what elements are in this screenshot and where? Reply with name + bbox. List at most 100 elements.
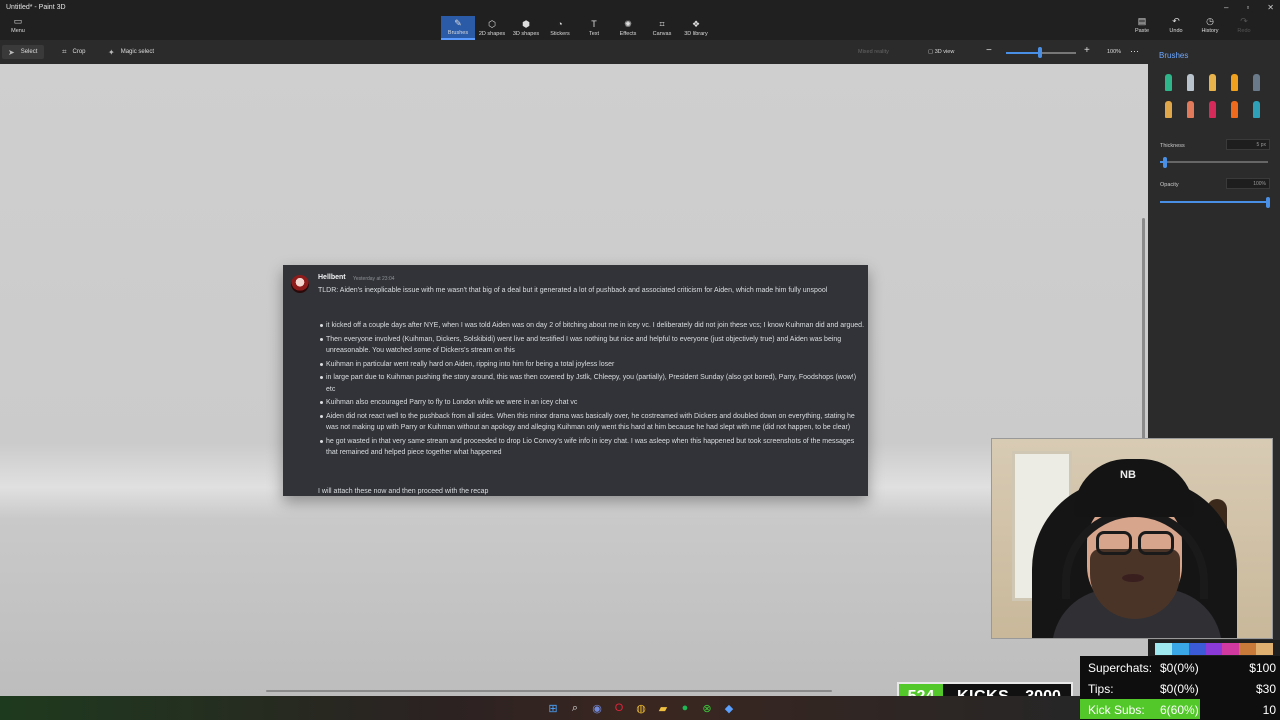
- brush-swatch: [1208, 101, 1216, 118]
- tab-stickers[interactable]: ◔ Stickers: [543, 16, 577, 40]
- fill-bucket-icon[interactable]: [1248, 99, 1264, 118]
- crop-label: Crop: [72, 49, 86, 55]
- select-button[interactable]: ➤ Select: [2, 45, 44, 59]
- brush-swatch: [1186, 74, 1194, 91]
- window-controls: – ▫ ✕: [1224, 3, 1274, 12]
- 3d-shapes-icon: ⬢: [522, 19, 530, 29]
- tab-text[interactable]: T Text: [577, 16, 611, 40]
- zoom-in-icon[interactable]: +: [1084, 45, 1090, 56]
- oil-brush-icon[interactable]: [1204, 72, 1220, 91]
- avatar: [291, 275, 309, 293]
- baseball-cap: [1074, 459, 1194, 517]
- list-item: Then everyone involved (Kuihman, Dickers…: [320, 334, 866, 357]
- magic-select-button[interactable]: ✦ Magic select: [102, 45, 160, 59]
- kick-subs-value: 6(60%): [1160, 703, 1199, 717]
- brush-icon: ✎: [454, 18, 462, 28]
- undo-button[interactable]: ↶ Undo: [1159, 16, 1193, 38]
- mixed-reality-button[interactable]: Mixed reality: [858, 49, 889, 55]
- superchats-goal: $100: [1249, 661, 1276, 675]
- list-item: it kicked off a couple days after NYE, w…: [320, 320, 866, 332]
- eraser-icon[interactable]: [1182, 99, 1198, 118]
- 2d-shapes-icon: ⬡: [488, 19, 496, 29]
- tab-brush[interactable]: ✎ Brushes: [441, 16, 475, 40]
- opacity-field[interactable]: 100%: [1226, 178, 1270, 189]
- 3d-view-button[interactable]: ▢ 3D view: [928, 49, 954, 55]
- undo-icon: ↶: [1172, 16, 1180, 26]
- redo-button[interactable]: ↷ Redo: [1227, 16, 1261, 38]
- tab-label: 3D library: [684, 31, 708, 37]
- overlay-color-strip: [1155, 643, 1274, 655]
- brush-swatch: [1252, 101, 1260, 118]
- calligraphy-pen-icon[interactable]: [1182, 72, 1198, 91]
- color-swatch: [1205, 643, 1223, 655]
- zoom-slider-thumb[interactable]: [1038, 47, 1043, 58]
- tab-3d-library[interactable]: ❖ 3D library: [679, 16, 713, 40]
- more-options-icon[interactable]: ⋯: [1130, 46, 1139, 57]
- select-label: Select: [20, 49, 38, 55]
- pixel-pen-icon[interactable]: [1248, 72, 1264, 91]
- superchats-label: Superchats:: [1088, 661, 1153, 675]
- tab-canvas[interactable]: ⌗ Canvas: [645, 16, 679, 40]
- thickness-slider-thumb[interactable]: [1163, 157, 1168, 168]
- horizontal-scrollbar[interactable]: [266, 690, 832, 692]
- superchats-value: $0(0%): [1160, 661, 1199, 675]
- redo-label: Redo: [1237, 28, 1251, 34]
- zoom-out-icon[interactable]: −: [986, 45, 992, 56]
- xbox-icon[interactable]: ⊗: [699, 700, 715, 716]
- thickness-slider-track[interactable]: [1160, 161, 1268, 163]
- tips-goal: $30: [1255, 682, 1276, 696]
- brush-swatch: [1230, 101, 1238, 118]
- history-button[interactable]: ◷ History: [1193, 16, 1227, 38]
- chrome-icon[interactable]: ◍: [633, 700, 649, 716]
- pasted-message-image[interactable]: Hellbent Yesterday at 23:04 TLDR: Aiden'…: [283, 265, 868, 496]
- list-item: Aiden did not react well to the pushback…: [320, 411, 866, 434]
- paste-label: Paste: [1134, 28, 1150, 34]
- thickness-label: Thickness: [1160, 143, 1185, 149]
- thickness-field[interactable]: 5 px: [1226, 139, 1270, 150]
- paint3d-icon[interactable]: ◆: [721, 700, 737, 716]
- close-icon[interactable]: ✕: [1267, 3, 1274, 12]
- tab-label: Text: [588, 31, 600, 37]
- maximize-icon[interactable]: ▫: [1246, 3, 1249, 12]
- opacity-slider-thumb[interactable]: [1266, 197, 1270, 208]
- history-icon: ◷: [1206, 16, 1214, 26]
- tab-2d-shapes[interactable]: ⬡ 2D shapes: [475, 16, 509, 40]
- paste-button[interactable]: ▤ Paste: [1125, 16, 1159, 38]
- 3d-library-icon: ❖: [691, 19, 701, 29]
- tab-3d-shapes[interactable]: ⬢ 3D shapes: [509, 16, 543, 40]
- message-intro: TLDR: Aiden's inexplicable issue with me…: [318, 287, 828, 294]
- crayon-icon[interactable]: [1204, 99, 1220, 118]
- crop-button[interactable]: ⌗ Crop: [56, 45, 92, 59]
- effects-icon: ✺: [624, 19, 632, 29]
- folder-icon: ▭: [13, 16, 23, 26]
- kick-subs-goal: 10: [1262, 703, 1276, 717]
- color-swatch: [1256, 643, 1274, 655]
- tips-row: Tips: $0(0%) $30: [1080, 678, 1280, 698]
- spotify-icon[interactable]: ●: [677, 700, 693, 716]
- tab-effects[interactable]: ✺ Effects: [611, 16, 645, 40]
- crop-icon: ⌗: [62, 47, 67, 56]
- list-item: he got wasted in that very same stream a…: [320, 436, 866, 459]
- pencil-icon[interactable]: [1160, 99, 1176, 118]
- superchats-row: Superchats: $0(0%) $100: [1080, 657, 1280, 677]
- discord-icon[interactable]: ◉: [589, 700, 605, 716]
- redo-icon: ↷: [1240, 16, 1248, 26]
- quick-actions: ▤ Paste ↶ Undo ◷ History ↷ Redo: [1125, 16, 1261, 38]
- file-explorer-icon[interactable]: ▰: [655, 700, 671, 716]
- marker-brush-icon[interactable]: [1160, 72, 1176, 91]
- message-outro: I will attach these now and then proceed…: [318, 488, 489, 495]
- cursor-icon: ➤: [8, 47, 15, 57]
- color-swatch: [1188, 643, 1206, 655]
- windows-start-icon[interactable]: ⊞: [545, 700, 561, 716]
- search-icon[interactable]: ⌕: [567, 700, 583, 716]
- minimize-icon[interactable]: –: [1224, 3, 1228, 12]
- watercolor-brush-icon[interactable]: [1226, 72, 1242, 91]
- tab-label: Brushes: [447, 30, 469, 36]
- magic-select-label: Magic select: [120, 49, 155, 55]
- tab-label: Canvas: [652, 31, 672, 37]
- opera-icon[interactable]: O: [611, 700, 627, 716]
- brush-swatch: [1230, 74, 1238, 91]
- menu-button[interactable]: ▭ Menu: [6, 16, 30, 38]
- color-swatch: [1222, 643, 1240, 655]
- spray-can-icon[interactable]: [1226, 99, 1242, 118]
